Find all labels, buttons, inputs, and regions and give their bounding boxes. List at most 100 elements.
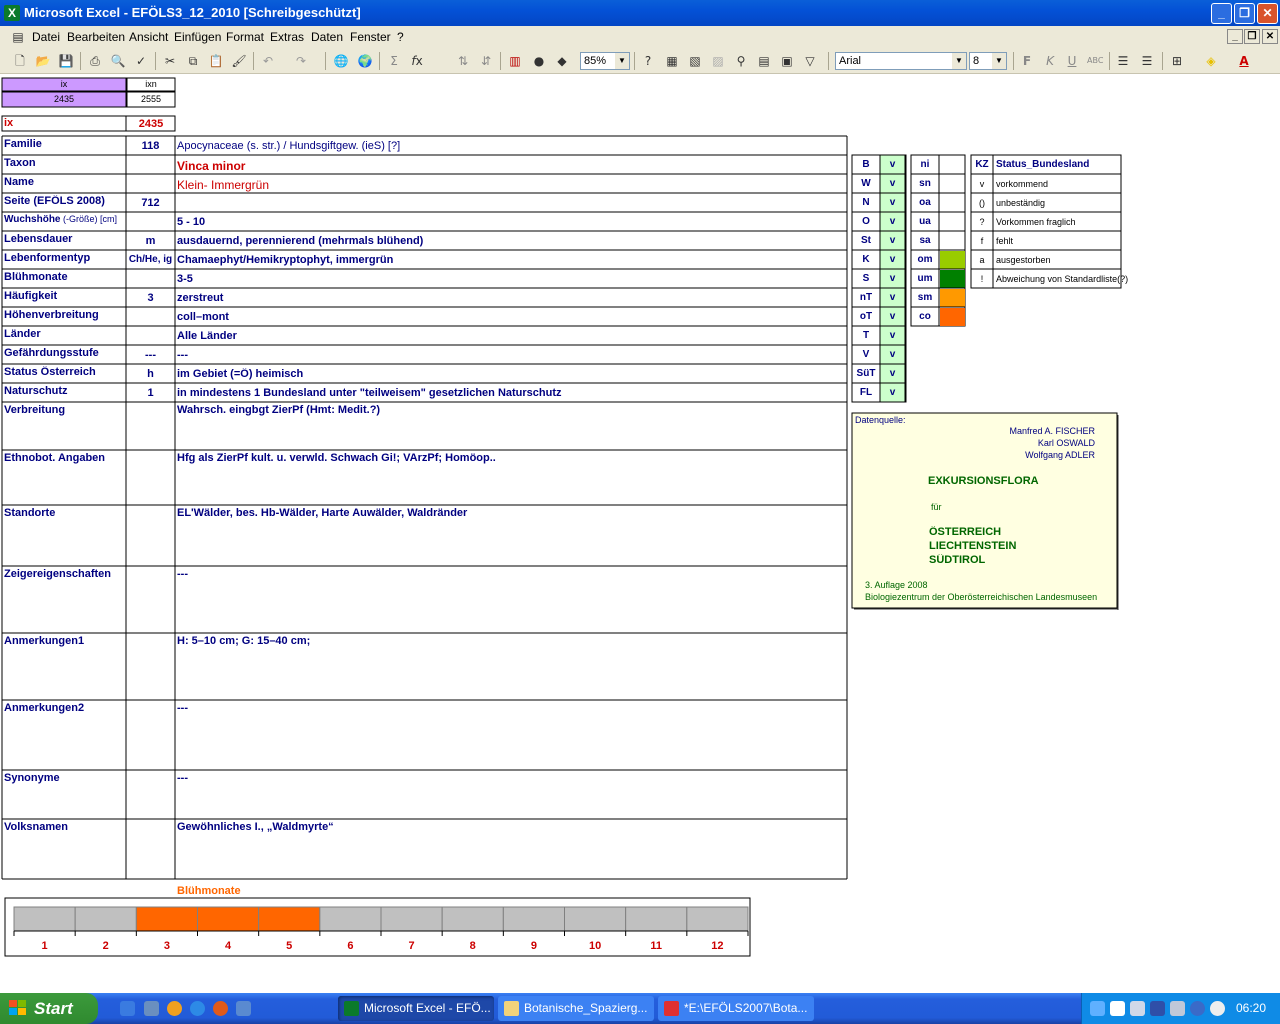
undo-icon[interactable]: ↶ bbox=[260, 53, 276, 69]
month-bar-4 bbox=[197, 906, 260, 932]
state-code: N bbox=[862, 197, 870, 208]
task-excel[interactable]: Microsoft Excel - EFÖ... bbox=[338, 996, 494, 1021]
source-author: Karl OSWALD bbox=[1037, 438, 1095, 448]
menu-datei[interactable]: Datei bbox=[32, 30, 60, 44]
field-value: H: 5–10 cm; G: 15–40 cm; bbox=[177, 635, 311, 647]
field-label: Gefährdungsstufe bbox=[4, 347, 99, 359]
menu-help[interactable]: ? bbox=[397, 30, 404, 44]
toolbar-icon-b[interactable]: ▧ bbox=[687, 53, 703, 69]
quicklaunch-explorer-icon[interactable] bbox=[144, 1001, 159, 1016]
spellcheck-icon[interactable]: ✓ bbox=[133, 53, 149, 69]
autosum-icon[interactable]: Σ bbox=[386, 53, 402, 69]
formatting-toolbar: 🗋 📂 💾 ⎙ 🔍 ✓ ✂ ⧉ 📋 🖌 ↶ ↷ 🌐 🌍 Σ fx ⇅ ⇵ ▥ ●… bbox=[0, 48, 1280, 74]
security-icon[interactable] bbox=[1150, 1001, 1165, 1016]
copy-icon[interactable]: ⧉ bbox=[185, 53, 201, 69]
font-size-select[interactable]: 8 ▼ bbox=[969, 52, 1007, 70]
open-folder-icon[interactable]: 📂 bbox=[35, 53, 51, 69]
state-value: v bbox=[889, 330, 896, 341]
doc-close-button[interactable]: ✕ bbox=[1262, 29, 1278, 44]
field-label: Blühmonate bbox=[4, 271, 68, 283]
field-label: Familie bbox=[4, 138, 42, 150]
doc-restore-button[interactable]: ❐ bbox=[1244, 29, 1260, 44]
bold-button[interactable]: F bbox=[1019, 53, 1035, 69]
chart-wizard-icon[interactable]: ▥ bbox=[507, 53, 523, 69]
find-icon[interactable]: ⚲ bbox=[733, 53, 749, 69]
legend-code: () bbox=[979, 198, 985, 208]
quicklaunch-app-icon[interactable] bbox=[236, 1001, 251, 1016]
tray-icon-b[interactable] bbox=[1130, 1001, 1145, 1016]
quicklaunch-browser-icon[interactable] bbox=[190, 1001, 205, 1016]
web-toolbar-icon[interactable]: 🌍 bbox=[357, 53, 373, 69]
month-label: 4 bbox=[225, 940, 232, 952]
font-color-icon[interactable]: A bbox=[1236, 53, 1252, 69]
task-editor[interactable]: *E:\EFÖLS2007\Bota... bbox=[658, 996, 814, 1021]
drawing-icon[interactable]: ◆ bbox=[554, 53, 570, 69]
minimize-button[interactable]: _ bbox=[1211, 3, 1232, 24]
borders-icon[interactable]: ⊞ bbox=[1169, 53, 1185, 69]
function-icon[interactable]: fx bbox=[409, 53, 425, 69]
save-icon[interactable]: 💾 bbox=[58, 53, 74, 69]
month-bar-5 bbox=[258, 906, 321, 932]
map-icon[interactable]: ● bbox=[531, 53, 547, 69]
tray-icon-c[interactable] bbox=[1170, 1001, 1185, 1016]
altitude-color-swatch bbox=[940, 308, 965, 326]
quicklaunch-media-icon[interactable] bbox=[167, 1001, 182, 1016]
font-select[interactable]: Arial ▼ bbox=[835, 52, 967, 70]
print-preview-icon[interactable]: 🔍 bbox=[110, 53, 126, 69]
help-icon[interactable]: ? bbox=[640, 53, 656, 69]
menu-daten[interactable]: Daten bbox=[311, 30, 343, 44]
editor-task-icon bbox=[664, 1001, 679, 1016]
field-code: 712 bbox=[141, 197, 160, 209]
align-left-icon[interactable]: ☰ bbox=[1115, 53, 1131, 69]
tray-icon-d[interactable] bbox=[1190, 1001, 1205, 1016]
strikethrough-icon[interactable]: ABC bbox=[1087, 53, 1103, 69]
excel-app-icon[interactable]: X bbox=[4, 5, 20, 21]
network-icon[interactable] bbox=[1090, 1001, 1105, 1016]
document-icon[interactable]: ▤ bbox=[10, 29, 26, 45]
doc-minimize-button[interactable]: _ bbox=[1227, 29, 1243, 44]
zoom-select[interactable]: 85% ▼ bbox=[580, 52, 630, 70]
close-button[interactable]: ✕ bbox=[1257, 3, 1278, 24]
menu-format[interactable]: Format bbox=[226, 30, 264, 44]
menu-bearbeiten[interactable]: Bearbeiten bbox=[67, 30, 125, 44]
field-label: Verbreitung bbox=[4, 404, 66, 416]
italic-button[interactable]: K bbox=[1042, 53, 1058, 69]
toolbar-icon-a[interactable]: ▦ bbox=[664, 53, 680, 69]
field-value: Apocynaceae (s. str.) / Hundsgiftgew. (i… bbox=[177, 140, 401, 152]
grid-icon[interactable]: ▤ bbox=[756, 53, 772, 69]
field-label: Häufigkeit bbox=[4, 290, 58, 302]
menu-einfuegen[interactable]: Einfügen bbox=[174, 30, 221, 44]
redo-icon[interactable]: ↷ bbox=[293, 53, 309, 69]
field-value: Vinca minor bbox=[177, 159, 246, 173]
hyperlink-icon[interactable]: 🌐 bbox=[333, 53, 349, 69]
calculator-icon[interactable]: ▣ bbox=[779, 53, 795, 69]
field-value: 5 - 10 bbox=[177, 216, 206, 228]
fill-color-icon[interactable]: ◈ bbox=[1203, 53, 1219, 69]
sort-ascending-icon[interactable]: ⇅ bbox=[455, 53, 471, 69]
task-folder[interactable]: Botanische_Spazierg... bbox=[498, 996, 654, 1021]
quicklaunch-firefox-icon[interactable] bbox=[213, 1001, 228, 1016]
menu-fenster[interactable]: Fenster bbox=[350, 30, 391, 44]
menu-ansicht[interactable]: Ansicht bbox=[129, 30, 168, 44]
sort-descending-icon[interactable]: ⇵ bbox=[478, 53, 494, 69]
source-publisher: Biologiezentrum der Oberösterreichischen… bbox=[865, 592, 1098, 602]
toolbar-icon-c[interactable]: ▨ bbox=[710, 53, 726, 69]
tray-icon-a[interactable] bbox=[1110, 1001, 1125, 1016]
tray-icon-e[interactable] bbox=[1210, 1001, 1225, 1016]
restore-button[interactable]: ❐ bbox=[1234, 3, 1255, 24]
align-center-icon[interactable]: ☰ bbox=[1139, 53, 1155, 69]
format-painter-icon[interactable]: 🖌 bbox=[231, 53, 247, 69]
cut-icon[interactable]: ✂ bbox=[162, 53, 178, 69]
menu-extras[interactable]: Extras bbox=[270, 30, 304, 44]
start-button[interactable]: Start bbox=[0, 993, 98, 1024]
worksheet[interactable]: ix ixn 2435 2555 ix 2435 Familie 118 Apocynaceae… bbox=[0, 75, 1280, 993]
paste-icon[interactable]: 📋 bbox=[208, 53, 224, 69]
source-author: Manfred A. FISCHER bbox=[1009, 426, 1095, 436]
menu-bar: ▤ Datei Bearbeiten Ansicht Einfügen Form… bbox=[0, 26, 1280, 48]
print-icon[interactable]: ⎙ bbox=[87, 53, 103, 69]
field-label: Taxon bbox=[4, 157, 36, 169]
underline-button[interactable]: U bbox=[1064, 53, 1080, 69]
quicklaunch-ie-icon[interactable] bbox=[120, 1001, 135, 1016]
filter-icon[interactable]: ▽ bbox=[802, 53, 818, 69]
new-file-icon[interactable]: 🗋 bbox=[12, 53, 28, 69]
